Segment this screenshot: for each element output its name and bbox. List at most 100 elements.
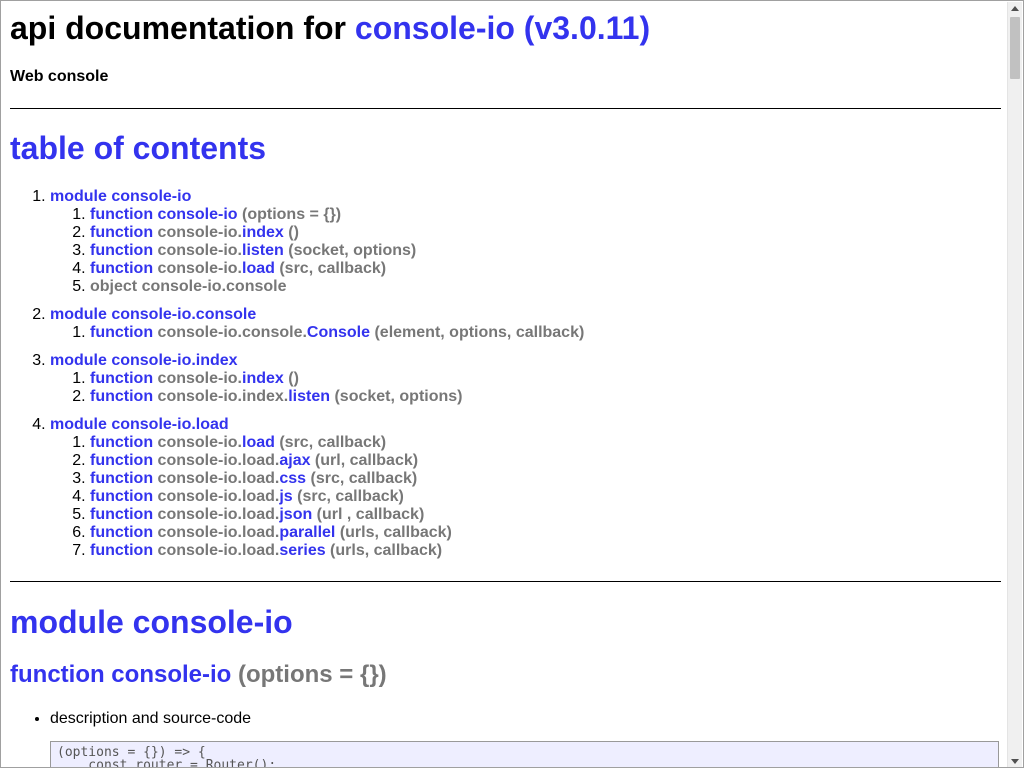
arrow-down-icon[interactable] <box>1008 754 1022 767</box>
toc-function-args: (socket, options) <box>330 388 463 405</box>
toc-function-name: ajax <box>279 452 311 469</box>
toc-entry-list: function console-io.index ()function con… <box>50 370 1001 406</box>
function-heading-name: function console-io <box>10 661 232 688</box>
toc-function-namespace: console-io. <box>157 224 242 241</box>
toc-function-name: index <box>242 224 284 241</box>
toc-function-namespace: console-io.load. <box>157 506 280 523</box>
toc-function-args: (url, callback) <box>310 452 419 469</box>
title-prefix: api documentation for <box>10 10 355 46</box>
toc-function-keyword: function <box>90 370 154 387</box>
toc-function-keyword: function <box>90 470 154 487</box>
description-list: description and source-code <box>10 709 251 729</box>
toc-module-item: module console-iofunction console-io (op… <box>50 188 1001 296</box>
toc-function-keyword: function <box>90 260 154 277</box>
toc-entry-list: function console-io.console.Console (ele… <box>50 324 1001 342</box>
toc-entry[interactable]: function console-io.load.parallel (urls,… <box>90 524 1001 542</box>
toc-heading[interactable]: table of contents <box>10 130 266 166</box>
toc-function-keyword: function <box>90 506 154 523</box>
toc-function-keyword: function <box>90 488 154 505</box>
toc-function-name: css <box>279 470 307 487</box>
divider <box>10 581 1001 582</box>
toc-entry-list: function console-io (options = {})functi… <box>50 206 1001 296</box>
module-heading[interactable]: module console-io <box>10 604 293 640</box>
toc-function-keyword: function <box>90 206 154 223</box>
toc-function-namespace: console-io. <box>157 242 242 259</box>
toc-function-name: json <box>279 506 313 523</box>
toc-function-name: Console <box>306 324 371 341</box>
toc-function-keyword: function <box>90 224 154 241</box>
toc-entry[interactable]: function console-io.load.css (src, callb… <box>90 470 1001 488</box>
table-of-contents: module console-iofunction console-io (op… <box>10 188 1001 570</box>
toc-entry[interactable]: function console-io.console.Console (ele… <box>90 324 1001 342</box>
toc-entry[interactable]: function console-io.listen (socket, opti… <box>90 242 1001 260</box>
toc-entry-list: function console-io.load (src, callback)… <box>50 434 1001 560</box>
toc-function-namespace: console-io.index. <box>157 388 289 405</box>
toc-function-name: js <box>279 488 293 505</box>
toc-function-keyword: function <box>90 434 154 451</box>
toc-function-namespace: console-io.load. <box>157 470 280 487</box>
source-code-block: (options = {}) => { const router = Route… <box>50 741 999 767</box>
toc-function-namespace: console-io. <box>157 370 242 387</box>
toc-function-namespace: console-io.load. <box>157 542 280 559</box>
function-heading-args: (options = {}) <box>231 661 387 688</box>
toc-function-args: (urls, callback) <box>335 524 452 541</box>
vertical-scrollbar[interactable] <box>1007 2 1022 767</box>
toc-module-item: module console-io.indexfunction console-… <box>50 352 1001 406</box>
toc-entry[interactable]: object console-io.console <box>90 278 1001 296</box>
scrollbar-thumb[interactable] <box>1010 17 1020 79</box>
toc-entry[interactable]: function console-io.load (src, callback) <box>90 434 1001 452</box>
toc-function-args: (socket, options) <box>283 242 417 259</box>
toc-function-args: (options = {}) <box>237 206 342 223</box>
toc-function-args: (element, options, callback) <box>370 324 585 341</box>
page-title: api documentation for console-io (v3.0.1… <box>10 10 650 46</box>
toc-function-keyword: function <box>90 452 154 469</box>
toc-entry[interactable]: function console-io.load.series (urls, c… <box>90 542 1001 560</box>
toc-function-namespace: console-io.load. <box>157 452 280 469</box>
toc-module-item: module console-io.loadfunction console-i… <box>50 416 1001 560</box>
toc-function-name: load <box>242 260 275 277</box>
toc-entry[interactable]: function console-io.load.js (src, callba… <box>90 488 1001 506</box>
toc-function-args: (src, callback) <box>306 470 418 487</box>
toc-module-item: module console-io.consolefunction consol… <box>50 306 1001 342</box>
toc-function-keyword: function <box>90 324 154 341</box>
toc-entry[interactable]: function console-io.index () <box>90 370 1001 388</box>
arrow-up-icon[interactable] <box>1008 2 1022 16</box>
page-subtitle: Web console <box>10 68 109 85</box>
toc-function-keyword: function <box>90 388 154 405</box>
divider <box>10 108 1001 109</box>
toc-function-args: (url , callback) <box>312 506 425 523</box>
toc-entry[interactable]: function console-io.index.listen (socket… <box>90 388 1001 406</box>
toc-function-args: (src, callback) <box>292 488 404 505</box>
toc-function-name: listen <box>242 242 284 259</box>
toc-module-link[interactable]: module console-io.load <box>50 416 229 433</box>
toc-entry[interactable]: function console-io.load (src, callback) <box>90 260 1001 278</box>
toc-entry[interactable]: function console-io (options = {}) <box>90 206 1001 224</box>
toc-function-args: (urls, callback) <box>325 542 443 559</box>
toc-function-keyword: function <box>90 242 154 259</box>
toc-function-args: (src, callback) <box>274 260 387 277</box>
toc-function-keyword: function <box>90 542 154 559</box>
toc-module-link[interactable]: module console-io.index <box>50 352 238 369</box>
toc-function-name: series <box>279 542 326 559</box>
toc-object-label: object console-io.console <box>90 278 287 295</box>
browser-viewport: api documentation for console-io (v3.0.1… <box>0 0 1024 768</box>
toc-entry[interactable]: function console-io.load.ajax (url, call… <box>90 452 1001 470</box>
toc-function-namespace: console-io.console. <box>157 324 307 341</box>
toc-function-keyword: function <box>90 524 154 541</box>
toc-function-namespace: console-io. <box>157 260 242 277</box>
title-package-link[interactable]: console-io (v3.0.11) <box>355 10 650 46</box>
toc-function-name: parallel <box>279 524 336 541</box>
description-item[interactable]: description and source-code <box>50 709 251 729</box>
toc-function-namespace: console-io.load. <box>157 524 280 541</box>
toc-entry[interactable]: function console-io.load.json (url , cal… <box>90 506 1001 524</box>
toc-function-args: (src, callback) <box>274 434 387 451</box>
function-heading[interactable]: function console-io (options = {}) <box>10 661 387 689</box>
toc-module-link[interactable]: module console-io.console <box>50 306 256 323</box>
toc-function-args: () <box>283 224 299 241</box>
toc-function-args: () <box>283 370 299 387</box>
toc-module-link[interactable]: module console-io <box>50 188 191 205</box>
toc-entry[interactable]: function console-io.index () <box>90 224 1001 242</box>
toc-function-namespace: console-io.load. <box>157 488 280 505</box>
toc-function-name: console-io <box>157 206 238 223</box>
toc-function-name: listen <box>288 388 331 405</box>
